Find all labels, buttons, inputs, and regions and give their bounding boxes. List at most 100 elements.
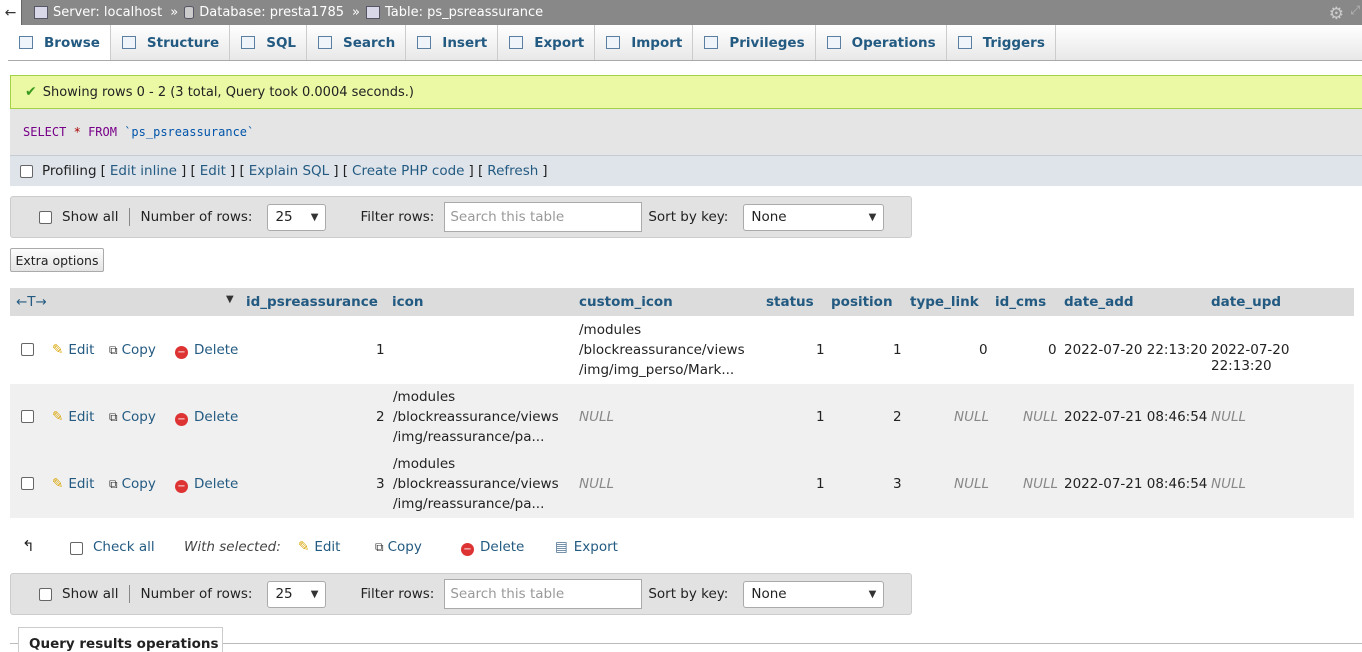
- database-icon: [184, 6, 195, 19]
- row-edit-button[interactable]: ✎ Edit: [52, 409, 94, 425]
- chevron-down-icon: ▼: [868, 211, 877, 223]
- column-type-link[interactable]: type_link: [910, 294, 979, 310]
- breadcrumb-server[interactable]: Server: localhost: [34, 5, 162, 20]
- number-of-rows-select[interactable]: 25 ▼: [267, 580, 327, 608]
- tab-sql[interactable]: SQL: [230, 25, 308, 60]
- tab-triggers[interactable]: Triggers: [947, 25, 1056, 60]
- cell-date-upd[interactable]: 2022-07-20 22:13:20: [1211, 342, 1354, 374]
- column-position[interactable]: position: [831, 294, 893, 310]
- profiling-checkbox[interactable]: [20, 164, 33, 178]
- row-copy-button[interactable]: ⧉ Copy: [109, 476, 156, 492]
- row-copy-button[interactable]: ⧉ Copy: [109, 342, 156, 358]
- create-php-code-link[interactable]: Create PHP code: [352, 163, 464, 179]
- cell-id[interactable]: 1: [376, 342, 385, 358]
- copy-icon: ⧉: [375, 540, 384, 554]
- extra-options-button[interactable]: Extra options: [10, 248, 104, 272]
- table-row: ✎ Edit ⧉ Copy − Delete 2 /modules /blockrea…: [10, 384, 1354, 451]
- tab-structure[interactable]: Structure: [111, 25, 231, 60]
- cell-position[interactable]: 2: [893, 409, 902, 425]
- cell-id-cms[interactable]: NULL: [1023, 476, 1058, 492]
- tab-operations[interactable]: Operations: [816, 25, 947, 60]
- cell-icon[interactable]: /modules /blockreassurance/views /img/re…: [393, 454, 559, 514]
- column-status[interactable]: status: [766, 294, 814, 310]
- sort-by-key-select[interactable]: None ▼: [743, 203, 885, 231]
- tab-browse[interactable]: Browse: [8, 25, 111, 60]
- show-all-checkbox[interactable]: [39, 210, 52, 224]
- breadcrumb-bar: ← Server: localhost » Database: presta17…: [0, 0, 1362, 25]
- row-copy-button[interactable]: ⧉ Copy: [109, 409, 156, 425]
- show-all-toggle[interactable]: Show all: [11, 208, 130, 226]
- cell-id[interactable]: 2: [376, 409, 385, 425]
- row-delete-button[interactable]: − Delete: [175, 409, 238, 426]
- check-all-link[interactable]: Check all: [93, 539, 155, 555]
- cell-date-add[interactable]: 2022-07-21 08:46:54: [1064, 476, 1207, 492]
- cell-id-cms[interactable]: 0: [1048, 342, 1057, 358]
- column-id-cms[interactable]: id_cms: [995, 294, 1046, 310]
- cell-position[interactable]: 3: [893, 476, 902, 492]
- cell-status[interactable]: 1: [816, 476, 825, 492]
- column-date-upd[interactable]: date_upd: [1211, 294, 1281, 310]
- tab-insert[interactable]: Insert: [406, 25, 499, 60]
- tab-privileges[interactable]: Privileges: [693, 25, 816, 60]
- filter-rows-input[interactable]: Search this table: [444, 579, 643, 609]
- row-edit-button[interactable]: ✎ Edit: [52, 342, 94, 358]
- profiling-bar: Profiling [Edit inline] [Edit] [Explain …: [10, 155, 1362, 186]
- cell-date-upd[interactable]: NULL: [1211, 409, 1246, 425]
- tab-export[interactable]: Export: [498, 25, 596, 60]
- edit-link[interactable]: Edit: [200, 163, 226, 179]
- row-checkbox[interactable]: [21, 477, 34, 490]
- edit-inline-link[interactable]: Edit inline: [110, 163, 177, 179]
- navigation-bar-top: Show all Number of rows: 25 ▼ Filter rows…: [10, 196, 912, 238]
- breadcrumb-table[interactable]: Table: ps_psreassurance: [366, 5, 543, 20]
- success-message: ✔ Showing rows 0 - 2 (3 total, Query too…: [10, 75, 1362, 109]
- cell-id-cms[interactable]: NULL: [1023, 409, 1058, 425]
- gear-icon[interactable]: ⚙: [1329, 4, 1344, 24]
- cell-custom-icon[interactable]: NULL: [579, 476, 614, 492]
- tab-search[interactable]: Search: [307, 25, 407, 60]
- show-all-checkbox[interactable]: [39, 587, 52, 601]
- row-checkbox[interactable]: [21, 410, 34, 423]
- cell-date-add[interactable]: 2022-07-21 08:46:54: [1064, 409, 1207, 425]
- refresh-link[interactable]: Refresh: [487, 163, 538, 179]
- bulk-edit-button[interactable]: ✎ Edit: [298, 539, 340, 555]
- breadcrumb-database[interactable]: Database: presta1785: [184, 5, 344, 20]
- cell-custom-icon[interactable]: NULL: [579, 409, 614, 425]
- number-of-rows-select[interactable]: 25 ▼: [267, 203, 327, 231]
- tab-import[interactable]: Import: [595, 25, 694, 60]
- row-edit-button[interactable]: ✎ Edit: [52, 476, 94, 492]
- cell-date-upd[interactable]: NULL: [1211, 476, 1246, 492]
- cell-date-add[interactable]: 2022-07-20 22:13:20: [1064, 342, 1207, 358]
- sort-by-key-select[interactable]: None ▼: [743, 580, 885, 608]
- row-delete-button[interactable]: − Delete: [175, 342, 238, 359]
- back-arrow-icon[interactable]: ←: [0, 0, 22, 25]
- column-arrows-icon[interactable]: ←T→: [16, 294, 47, 310]
- column-custom-icon[interactable]: custom_icon: [579, 294, 673, 310]
- cell-type-link[interactable]: 0: [979, 342, 988, 358]
- cell-status[interactable]: 1: [816, 342, 825, 358]
- pencil-icon: ✎: [52, 409, 64, 425]
- cell-custom-icon[interactable]: /modules /blockreassurance/views /img/im…: [579, 320, 745, 380]
- cell-status[interactable]: 1: [816, 409, 825, 425]
- bulk-copy-button[interactable]: ⧉ Copy: [375, 539, 422, 555]
- bulk-delete-button[interactable]: − Delete: [461, 539, 524, 556]
- cell-id[interactable]: 3: [376, 476, 385, 492]
- filter-rows-input[interactable]: Search this table: [444, 202, 643, 232]
- cell-type-link[interactable]: NULL: [954, 409, 989, 425]
- cell-type-link[interactable]: NULL: [954, 476, 989, 492]
- column-id-psreassurance[interactable]: id_psreassurance: [246, 294, 378, 310]
- row-checkbox[interactable]: [21, 343, 34, 356]
- column-date-add[interactable]: date_add: [1064, 294, 1134, 310]
- sql-query[interactable]: SELECT * FROM `ps_psreassurance`: [23, 125, 254, 139]
- query-results-operations-tab[interactable]: Query results operations: [18, 627, 223, 652]
- explain-sql-link[interactable]: Explain SQL: [249, 163, 329, 179]
- show-all-toggle[interactable]: Show all: [11, 585, 130, 603]
- cell-position[interactable]: 1: [893, 342, 902, 358]
- cell-icon[interactable]: /modules /blockreassurance/views /img/re…: [393, 387, 559, 447]
- expand-icon[interactable]: ⤢: [1350, 3, 1360, 18]
- check-all-checkbox[interactable]: [70, 542, 83, 555]
- export-icon: [509, 36, 524, 49]
- column-icon[interactable]: icon: [392, 294, 424, 310]
- operations-icon: [826, 36, 841, 49]
- bulk-export-button[interactable]: ▤ Export: [555, 539, 618, 555]
- row-delete-button[interactable]: − Delete: [175, 476, 238, 493]
